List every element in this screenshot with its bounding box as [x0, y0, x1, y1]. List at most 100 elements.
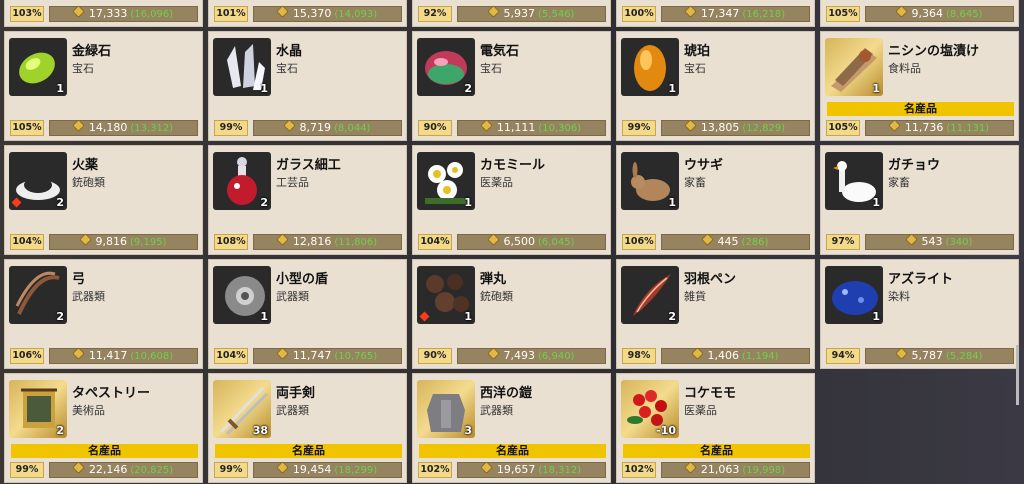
price-bar: 8,719 (8,044) [253, 119, 402, 136]
price-bar: 12,816 (11,806) [253, 233, 402, 250]
trade-item-card[interactable]: 2 ガラス細工 工芸品 108% 12,816 (11,806) [208, 145, 407, 255]
price-percent: 99% [10, 462, 44, 478]
price-percent: 102% [418, 462, 452, 478]
item-name: ニシンの塩漬け [888, 44, 980, 59]
specialty-label: 名産品 [419, 444, 606, 458]
trade-item-grid: 103% 17,333 (16,096) 101% 15,370 (14,093) 92% 5… [0, 0, 1024, 484]
trade-item-card[interactable]: 1 水晶 宝石 99% 8,719 (8,044) [208, 31, 407, 141]
coin-icon [486, 347, 500, 360]
price-value: 8,719 [299, 121, 332, 134]
trade-item-card-partial[interactable]: 92% 5,937 (5,546) [412, 0, 611, 27]
trade-item-card[interactable]: 3 西洋の鎧 武器類 名産品 102% 19,657 (18,312) [412, 373, 611, 483]
coin-icon [71, 119, 85, 132]
scrollbar[interactable] [1016, 345, 1019, 405]
original-price: (13,312) [130, 123, 174, 134]
original-price: (10,765) [334, 351, 378, 362]
price-value: 6,500 [503, 235, 536, 248]
trade-item-card-partial[interactable]: 103% 17,333 (16,096) [4, 0, 203, 27]
trade-item-card-partial[interactable]: 105% 9,364 (8,645) [820, 0, 1019, 27]
coin-icon [887, 119, 901, 132]
original-price: (340) [945, 237, 973, 248]
coin-icon [78, 233, 92, 246]
price-value: 13,805 [700, 121, 740, 134]
trade-item-card[interactable]: 2 羽根ペン 雑貨 98% 1,406 (1,194) [616, 259, 815, 369]
item-thumbnail: 2 [621, 266, 679, 324]
coin-icon [894, 347, 908, 360]
original-price: (5,546) [538, 9, 575, 20]
original-price: (14,093) [334, 9, 378, 20]
price-percent: 99% [214, 462, 248, 478]
trade-item-card[interactable]: 1 金緑石 宝石 105% 14,180 (13,312) [4, 31, 203, 141]
item-name: 両手剣 [276, 386, 316, 401]
item-quantity: 1 [260, 82, 268, 95]
trade-item-card-partial[interactable]: 100% 17,347 (16,218) [616, 0, 815, 27]
specialty-label: 名産品 [215, 444, 402, 458]
item-category: 宝石 [684, 62, 706, 75]
item-quantity: 2 [464, 82, 472, 95]
item-name: カモミール [480, 158, 546, 173]
item-name: 電気石 [480, 44, 520, 59]
coin-icon [282, 119, 296, 132]
trade-item-card[interactable]: -10 コケモモ 医薬品 名産品 102% 21,063 (19,998) [616, 373, 815, 483]
item-quantity: 1 [872, 310, 880, 323]
trade-item-card[interactable]: 38 両手剣 武器類 名産品 99% 19,454 (18,299) [208, 373, 407, 483]
price-value: 15,370 [292, 7, 332, 20]
item-category: 宝石 [480, 62, 502, 75]
item-quantity: 3 [464, 424, 472, 437]
trade-item-card[interactable]: 2 弓武器類 106% 11,417 (10,608) [4, 259, 203, 369]
price-percent: 99% [622, 120, 656, 136]
item-name: タペストリー [72, 386, 151, 401]
trade-item-card[interactable]: 1 小型の盾 武器類 104% 11,747 (10,765) [208, 259, 407, 369]
item-name: ガチョウ [888, 158, 941, 173]
original-price: (5,284) [946, 351, 983, 362]
item-quantity: 38 [252, 424, 268, 437]
item-category: 武器類 [276, 404, 309, 417]
item-quantity: 1 [872, 196, 880, 209]
item-category: 工芸品 [276, 176, 309, 189]
price-bar: 7,493 (6,940) [457, 347, 606, 364]
price-value: 11,736 [904, 121, 944, 134]
item-thumbnail: 1 [213, 266, 271, 324]
item-thumbnail: 1 [213, 38, 271, 96]
trade-item-card-partial[interactable]: 101% 15,370 (14,093) [208, 0, 407, 27]
item-name: 弾丸 [480, 272, 507, 287]
specialty-label: 名産品 [623, 444, 810, 458]
trade-item-card[interactable]: 2 電気石 宝石 90% 11,111 (10,306) [412, 31, 611, 141]
price-percent: 103% [10, 6, 44, 22]
price-percent: 100% [622, 6, 656, 22]
price-value: 5,787 [911, 349, 944, 362]
original-price: (286) [741, 237, 769, 248]
trade-item-card[interactable]: 1 ガチョウ 家畜 97% 543 (340) [820, 145, 1019, 255]
trade-item-card[interactable]: 1 アズライト 染料 94% 5,787 (5,284) [820, 259, 1019, 369]
item-quantity: 1 [464, 310, 472, 323]
item-name: ウサギ [684, 158, 724, 173]
original-price: (6,940) [538, 351, 575, 362]
item-category: 宝石 [72, 62, 94, 75]
trade-item-card[interactable]: 1 ニシンの塩漬け 食料品 名産品 105% 11,736 (11,131) [820, 31, 1019, 141]
item-thumbnail: -10 [621, 380, 679, 438]
trade-item-card[interactable]: 1 カモミール 医薬品 104% 6,500 (6,045) [412, 145, 611, 255]
price-percent: 104% [214, 348, 248, 364]
price-bar: 5,937 (5,546) [457, 5, 606, 22]
price-value: 21,063 [700, 463, 740, 476]
item-thumbnail: 1 [417, 152, 475, 210]
price-bar: 15,370 (14,093) [253, 5, 402, 22]
specialty-label: 名産品 [827, 102, 1014, 116]
item-name: コケモモ [684, 386, 737, 401]
trade-item-card[interactable]: 1 ウサギ 家畜 106% 445 (286) [616, 145, 815, 255]
price-value: 11,111 [496, 121, 536, 134]
coin-icon [275, 347, 289, 360]
coin-icon [275, 461, 289, 474]
item-thumbnail: 1 [621, 38, 679, 96]
item-category: 医薬品 [684, 404, 717, 417]
item-thumbnail: 1 [417, 266, 475, 324]
item-thumbnail: 3 [417, 380, 475, 438]
coin-icon [683, 5, 697, 18]
original-price: (10,306) [538, 123, 582, 134]
trade-item-card[interactable]: 2 タペストリー 美術品 名産品 99% 22,146 (20,825) [4, 373, 203, 483]
item-name: 弓 [72, 272, 86, 287]
trade-item-card[interactable]: 1 琥珀 宝石 99% 13,805 (12,829) [616, 31, 815, 141]
trade-item-card[interactable]: 2 火薬 銃砲類 104% 9,816 (9,195) [4, 145, 203, 255]
trade-item-card[interactable]: 1 弾丸 銃砲類 90% 7,493 (6,940) [412, 259, 611, 369]
price-bar: 22,146 (20,825) [49, 461, 198, 478]
